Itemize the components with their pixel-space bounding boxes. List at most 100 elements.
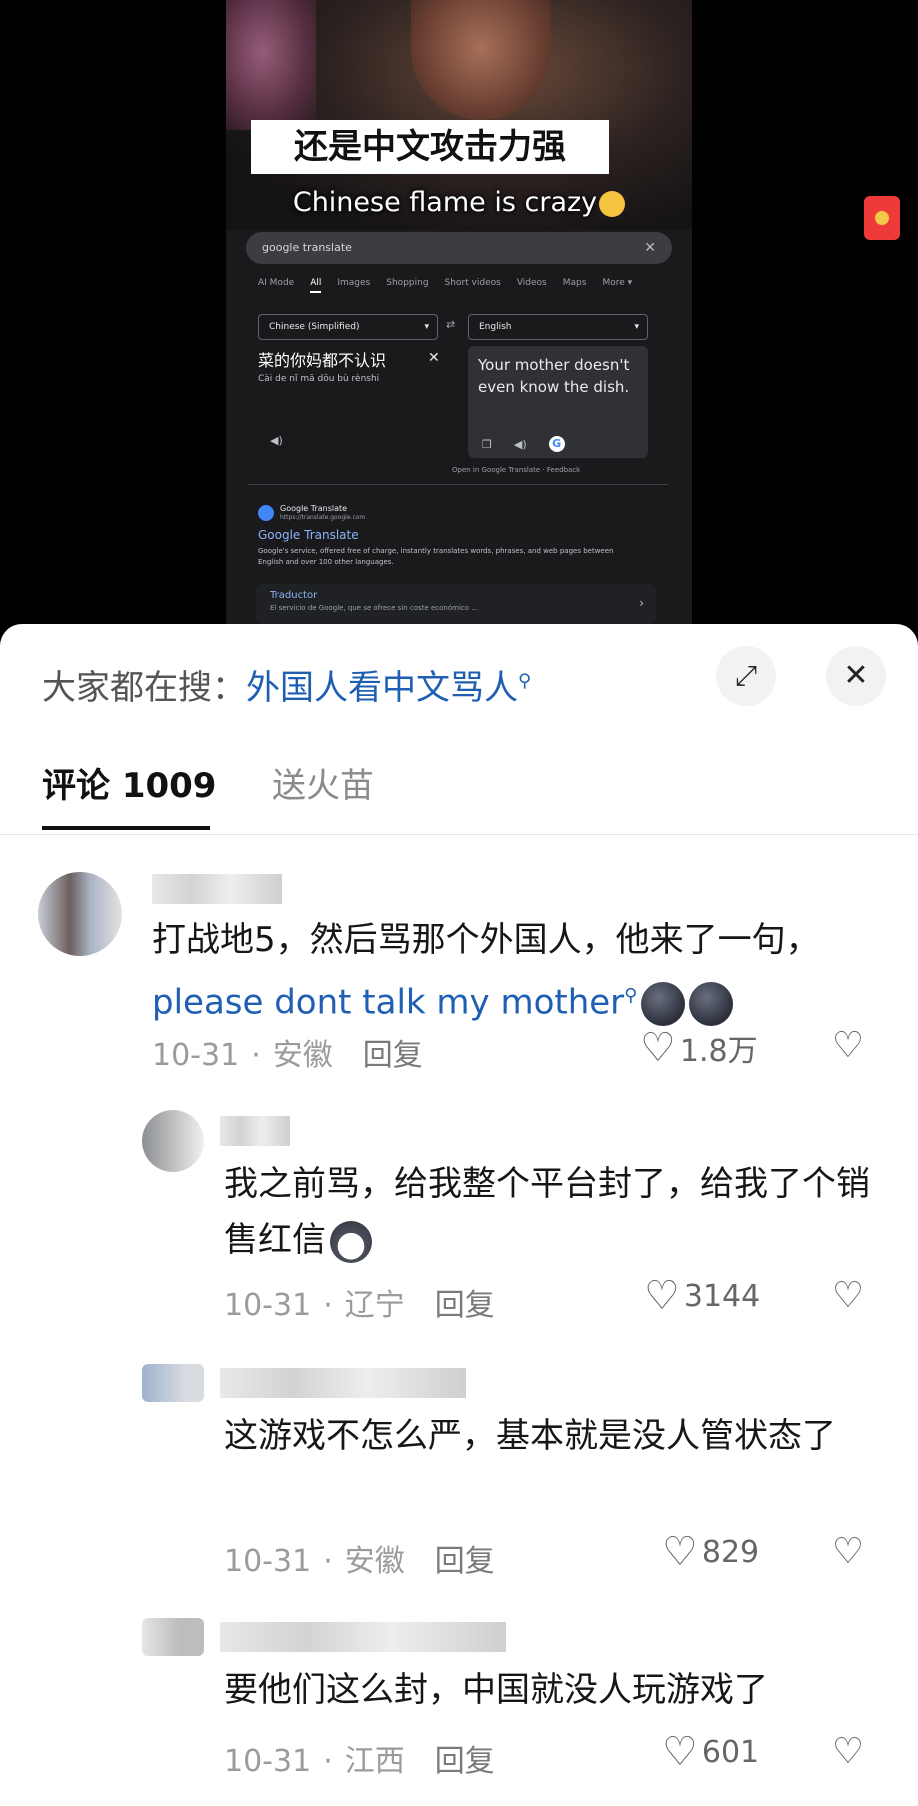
- google-tab-active: All: [310, 278, 322, 293]
- comment-text: 我之前骂，给我整个平台封了，给我了个销售红信: [224, 1156, 884, 1268]
- comment-location: 安徽: [344, 1544, 405, 1579]
- close-button[interactable]: ✕: [826, 646, 886, 706]
- heart-icon: ♡: [640, 1025, 676, 1071]
- comment-date: 10-31: [224, 1288, 312, 1323]
- reply-button[interactable]: 回复: [435, 1544, 495, 1579]
- translation-panel: Your mother doesn't even know the dish. …: [468, 346, 648, 458]
- comment-search-link[interactable]: please dont talk my mother: [152, 982, 624, 1022]
- swap-icon: ⇄: [446, 318, 456, 331]
- husky-emoji-icon: [330, 1220, 372, 1263]
- google-tab: Short videos: [444, 278, 501, 288]
- comment-meta: 10-31 · 江西 回复: [224, 1744, 495, 1779]
- search-result-source: Google Translate https://translate.googl…: [258, 504, 365, 522]
- like-count: 601: [701, 1734, 760, 1770]
- video-frame: google translate ✕ AI Mode All Images Sh…: [226, 0, 692, 640]
- search-icon: ⚲: [624, 985, 638, 1006]
- broken-heart-icon: ♡: [831, 1025, 865, 1066]
- comment-meta: 10-31 · 安徽 回复: [224, 1544, 495, 1579]
- target-language-select: English ▾: [468, 314, 648, 340]
- dislike-button[interactable]: ♡: [828, 1276, 868, 1316]
- dislike-button[interactable]: ♡: [828, 1532, 868, 1572]
- avatar[interactable]: [142, 1110, 204, 1172]
- like-button[interactable]: ♡ 829: [662, 1532, 759, 1572]
- expand-button[interactable]: ⤢: [716, 646, 776, 706]
- search-result-description: Google's service, offered free of charge…: [258, 547, 614, 566]
- search-result-title: Google Translate: [258, 528, 359, 542]
- google-tab: More ▾: [602, 278, 633, 288]
- broken-heart-icon: ♡: [831, 1531, 865, 1572]
- close-icon: ✕: [843, 658, 869, 693]
- search-icon: ⚲: [518, 670, 532, 692]
- like-button[interactable]: ♡ 1.8万: [640, 1026, 758, 1070]
- username-blurred[interactable]: [220, 1368, 466, 1398]
- tab-comments[interactable]: 评论 1009: [42, 758, 216, 807]
- broken-heart-icon: ♡: [831, 1275, 865, 1316]
- trending-search-keyword[interactable]: 外国人看中文骂人: [246, 668, 518, 708]
- heart-icon: ♡: [662, 1529, 698, 1575]
- expand-icon: ⤢: [734, 659, 758, 692]
- copy-icon: ❐: [482, 437, 492, 451]
- speaker-icon: ◀): [270, 434, 283, 447]
- dislike-button[interactable]: ♡: [828, 1732, 868, 1772]
- dislike-button[interactable]: ♡: [828, 1026, 868, 1066]
- like-count: 829: [701, 1534, 760, 1570]
- like-button[interactable]: ♡ 3144: [644, 1276, 760, 1316]
- google-search-bar: google translate ✕: [246, 232, 672, 264]
- translate-footer: Open in Google Translate · Feedback: [452, 466, 581, 474]
- google-tab: Videos: [516, 278, 547, 288]
- google-logo-icon: G: [548, 436, 565, 452]
- avatar[interactable]: [142, 1364, 204, 1402]
- comment-location: 江西: [344, 1744, 405, 1779]
- trending-search[interactable]: 大家都在搜：外国人看中文骂人⚲: [42, 660, 531, 709]
- tab-send-fire[interactable]: 送火苗: [272, 758, 374, 807]
- active-tab-indicator: [42, 826, 210, 830]
- search-result-card: Traductor El servicio de Google, que se …: [256, 584, 656, 624]
- close-icon: ✕: [428, 350, 440, 366]
- like-button[interactable]: ♡ 601: [662, 1732, 759, 1772]
- video-player[interactable]: google translate ✕ AI Mode All Images Sh…: [0, 0, 918, 640]
- username-blurred[interactable]: [152, 874, 282, 904]
- google-tab: Images: [337, 278, 371, 288]
- video-caption-english: Chinese flame is crazy: [226, 186, 692, 220]
- username-blurred[interactable]: [220, 1622, 506, 1652]
- comment-sheet: 大家都在搜：外国人看中文骂人⚲ ⤢ ✕ 评论 1009 送火苗 打战地5，然后骂…: [0, 624, 918, 1806]
- video-caption-chinese: 还是中文攻击力强: [251, 120, 609, 174]
- red-packet-icon[interactable]: [864, 196, 900, 240]
- translation-text: Your mother doesn't even know the dish.: [478, 356, 630, 396]
- username-blurred[interactable]: [220, 1116, 290, 1146]
- chevron-down-icon: ▾: [634, 322, 639, 332]
- speaker-icon: ◀): [513, 437, 527, 451]
- reply-button[interactable]: 回复: [435, 1288, 495, 1323]
- comment-location: 辽宁: [344, 1288, 405, 1323]
- comment-location: 安徽: [272, 1038, 333, 1073]
- avatar[interactable]: [142, 1618, 204, 1656]
- google-tab: Maps: [562, 278, 587, 288]
- reply-button[interactable]: 回复: [435, 1744, 495, 1779]
- comment-text: 打战地5，然后骂那个外国人，他来了一句，please dont talk my …: [152, 912, 892, 1030]
- seal-emoji-icon: [689, 981, 734, 1026]
- comment-text: 这游戏不怎么严，基本就是没人管状态了: [224, 1416, 836, 1456]
- comment-meta: 10-31 · 安徽 回复: [152, 1038, 423, 1073]
- google-translate-favicon-icon: [258, 505, 274, 521]
- source-pinyin: Cài de nǐ mā dōu bù rènshi: [258, 374, 380, 384]
- comment-date: 10-31: [224, 1744, 312, 1779]
- broken-heart-icon: ♡: [831, 1731, 865, 1772]
- reply-button[interactable]: 回复: [363, 1038, 423, 1073]
- heart-icon: ♡: [644, 1273, 680, 1319]
- comment-date: 10-31: [224, 1544, 312, 1579]
- source-language-select: Chinese (Simplified) ▾: [258, 314, 438, 340]
- clear-icon: ✕: [644, 240, 656, 256]
- google-search-query: google translate: [262, 241, 352, 254]
- comment-date: 10-31: [152, 1038, 240, 1073]
- like-count: 3144: [683, 1278, 761, 1314]
- google-tab: AI Mode: [258, 278, 295, 288]
- heart-icon: ♡: [662, 1729, 698, 1775]
- comment-text: 要他们这么封，中国就没人玩游戏了: [224, 1670, 768, 1710]
- chevron-right-icon: ›: [639, 596, 644, 610]
- chevron-down-icon: ▾: [424, 322, 429, 332]
- crying-emoji-icon: [599, 190, 626, 217]
- avatar[interactable]: [38, 872, 122, 956]
- like-count: 1.8万: [679, 1034, 758, 1069]
- comment-meta: 10-31 · 辽宁 回复: [224, 1288, 495, 1323]
- seal-emoji-icon: [641, 981, 686, 1026]
